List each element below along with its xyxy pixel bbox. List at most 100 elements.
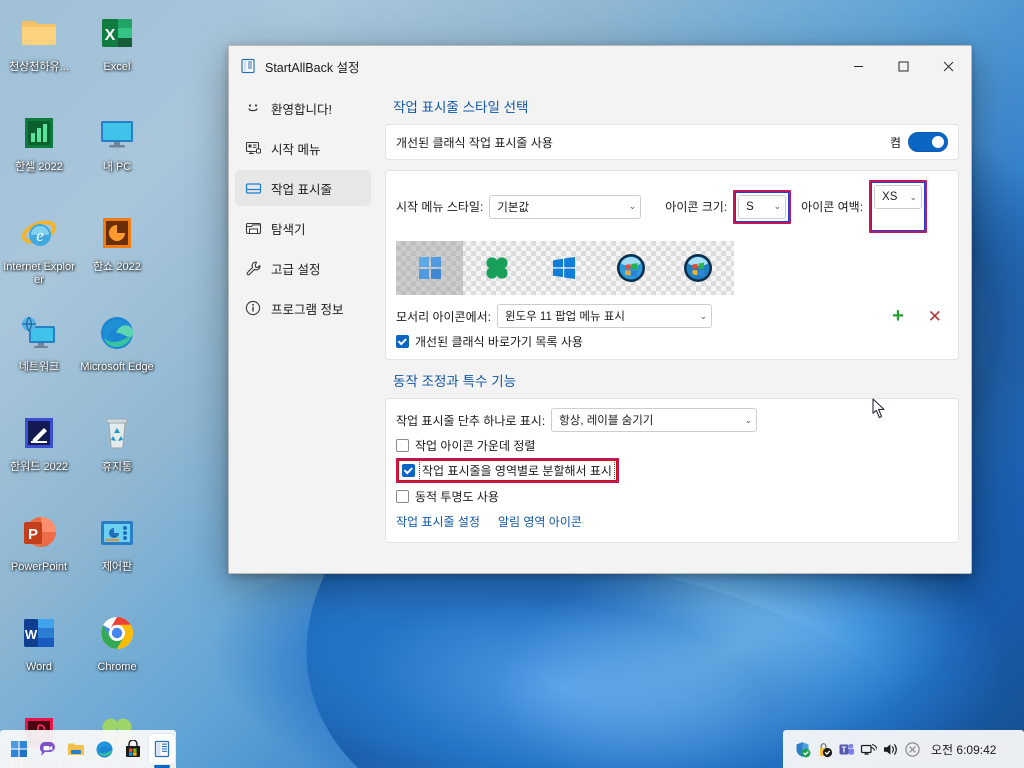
desktop-icon-label: Chrome	[97, 661, 137, 673]
desktop-icon-hanshow[interactable]: 한쇼 2022	[78, 204, 156, 304]
network-icon	[16, 310, 62, 356]
sidebar-item-start-menu[interactable]: 시작 메뉴	[235, 130, 371, 166]
safety-lock-icon[interactable]	[813, 734, 835, 764]
minimize-button[interactable]	[836, 46, 881, 86]
style-fields-row: 시작 메뉴 스타일: 기본값 ⌄ 아이콘 크기: S ⌄ 아이콘 여백: XS …	[396, 180, 948, 233]
svg-text:T: T	[841, 745, 846, 754]
chrome-icon	[94, 610, 140, 656]
style-option-vista[interactable]	[664, 241, 731, 295]
corner-icon-select[interactable]: 윈도우 11 팝업 메뉴 표시 ⌄	[497, 304, 712, 328]
start-button[interactable]	[6, 734, 33, 764]
desktop-icon-chrome[interactable]: Chrome	[78, 604, 156, 704]
windows-security-icon[interactable]	[791, 734, 813, 764]
edge-button[interactable]	[92, 734, 119, 764]
combine-buttons-select[interactable]: 항상, 레이블 숨기기 ⌄	[551, 408, 758, 432]
style-option-win11[interactable]	[396, 241, 463, 295]
combine-buttons-label: 작업 표시줄 단추 하나로 표시:	[396, 413, 546, 428]
section-heading-taskbar-style: 작업 표시줄 스타일 선택	[393, 100, 529, 115]
recycle-bin-icon	[94, 410, 140, 456]
desktop-icon-recycle-bin[interactable]: 휴지통	[78, 404, 156, 504]
tray-icons-link[interactable]: 알림 영역 아이콘	[498, 513, 582, 530]
chat-button[interactable]	[35, 734, 62, 764]
dynamic-transparency-row[interactable]: 동적 투명도 사용	[396, 486, 948, 506]
style-option-clover[interactable]	[463, 241, 530, 295]
desktop-icon-edge[interactable]: Microsoft Edge	[78, 304, 156, 404]
desktop-icon-word[interactable]: W Word	[0, 604, 78, 704]
dynamic-transparency-label: 동적 투명도 사용	[415, 489, 499, 504]
icon-size-highlight: S ⌄	[733, 189, 792, 224]
center-icons-checkbox[interactable]	[396, 438, 409, 452]
classic-jumplist-checkbox[interactable]	[396, 334, 409, 348]
enable-classic-taskbar-toggle[interactable]	[908, 132, 948, 152]
window-body: 환영합니다! 시작 메뉴 작업 표시줄 탐색기 고급 설정 프로그램 정보 작업…	[229, 86, 971, 573]
desktop-icon-label: 천상천하유...	[9, 61, 69, 73]
win7-orb-icon	[616, 254, 645, 282]
taskbar-settings-link[interactable]: 작업 표시줄 설정	[396, 513, 480, 530]
desktop-icon-excel[interactable]: X Excel	[78, 4, 156, 104]
desktop-icon-this-pc[interactable]: 내 PC	[78, 104, 156, 204]
close-button[interactable]	[926, 46, 971, 86]
chat-icon	[40, 741, 56, 756]
store-button[interactable]	[120, 734, 147, 764]
microsoft-teams-icon[interactable]: T	[835, 734, 857, 764]
corner-icon-value: 윈도우 11 팝업 메뉴 표시	[505, 311, 625, 323]
desktop-icon-label: 한쇼 2022	[93, 261, 141, 273]
volume-icon[interactable]	[879, 734, 901, 764]
window-controls	[836, 46, 971, 86]
add-style-button[interactable]: +	[892, 306, 904, 326]
toggle-knob	[932, 136, 944, 148]
start-menu-style-select[interactable]: 기본값 ⌄	[489, 194, 642, 219]
center-icons-row[interactable]: 작업 아이콘 가운데 정렬	[396, 435, 948, 455]
sidebar-item-taskbar[interactable]: 작업 표시줄	[235, 170, 371, 206]
remove-style-button[interactable]: ✕	[928, 308, 942, 325]
maximize-button[interactable]	[881, 46, 926, 86]
vista-orb-icon	[683, 254, 712, 282]
style-option-win7[interactable]	[597, 241, 664, 295]
combine-buttons-value: 항상, 레이블 숨기기	[559, 415, 654, 427]
desktop-icon-label: 내 PC	[102, 161, 132, 173]
desktop: 천상천하유... X Excel 한셀 2022 내 PC e Internet…	[0, 0, 1024, 768]
folder-icon	[68, 743, 85, 755]
desktop-icon-internet-explorer[interactable]: e Internet Explorer	[0, 204, 78, 304]
window-titlebar[interactable]: StartAllBack 설정	[229, 46, 971, 86]
icon-padding-select[interactable]: XS ⌄	[874, 185, 923, 209]
segment-taskbar-checkbox[interactable]	[402, 464, 415, 477]
desktop-icon-network[interactable]: 네트워크	[0, 304, 78, 404]
sidebar-item-label: 작업 표시줄	[271, 182, 332, 197]
dynamic-transparency-checkbox[interactable]	[396, 489, 409, 503]
sidebar-item-about[interactable]: 프로그램 정보	[235, 290, 371, 326]
style-option-win10[interactable]	[530, 241, 597, 295]
start-menu-icon	[243, 138, 263, 158]
startallback-button[interactable]	[148, 734, 175, 764]
control-panel-icon	[94, 510, 140, 556]
this-pc-icon	[94, 110, 140, 156]
settings-content: 작업 표시줄 스타일 선택 개선된 클래식 작업 표시줄 사용 켬 시작 메뉴 …	[377, 86, 971, 573]
powerpoint-icon: P	[16, 510, 62, 556]
taskbar-clock[interactable]: 오전 6:09:42	[931, 741, 996, 758]
desktop-icon-control-panel[interactable]: 제어판	[78, 504, 156, 604]
info-icon	[243, 298, 263, 318]
file-explorer-button[interactable]	[63, 734, 90, 764]
chevron-down-icon: ⌄	[699, 310, 707, 321]
icon-size-select[interactable]: S ⌄	[738, 194, 787, 219]
classic-jumplist-row[interactable]: 개선된 클래식 바로가기 목록 사용	[396, 331, 948, 351]
desktop-icon-hancell[interactable]: 한셀 2022	[0, 104, 78, 204]
startallback-icon	[154, 740, 169, 758]
disabled-icon[interactable]	[901, 734, 923, 764]
win10-orb-icon	[552, 257, 575, 279]
svg-text:W: W	[25, 627, 38, 642]
win11-orb-icon	[418, 257, 441, 279]
desktop-icon-hanword[interactable]: 한워드 2022	[0, 404, 78, 504]
desktop-icon-label: Internet Explorer	[3, 261, 75, 286]
hanshow-icon	[94, 210, 140, 256]
desktop-icon-powerpoint[interactable]: P PowerPoint	[0, 504, 78, 604]
section-heading-behavior: 동작 조정과 특수 기능	[393, 374, 517, 389]
taskbar-style-panel: 시작 메뉴 스타일: 기본값 ⌄ 아이콘 크기: S ⌄ 아이콘 여백: XS …	[385, 170, 959, 360]
sidebar-item-advanced[interactable]: 고급 설정	[235, 250, 371, 286]
network-icon[interactable]	[857, 734, 879, 764]
smiley-icon	[243, 98, 263, 118]
desktop-icon-folder[interactable]: 천상천하유...	[0, 4, 78, 104]
sidebar-item-explorer[interactable]: 탐색기	[235, 210, 371, 246]
hancell-icon	[16, 110, 62, 156]
sidebar-item-welcome[interactable]: 환영합니다!	[235, 90, 371, 126]
